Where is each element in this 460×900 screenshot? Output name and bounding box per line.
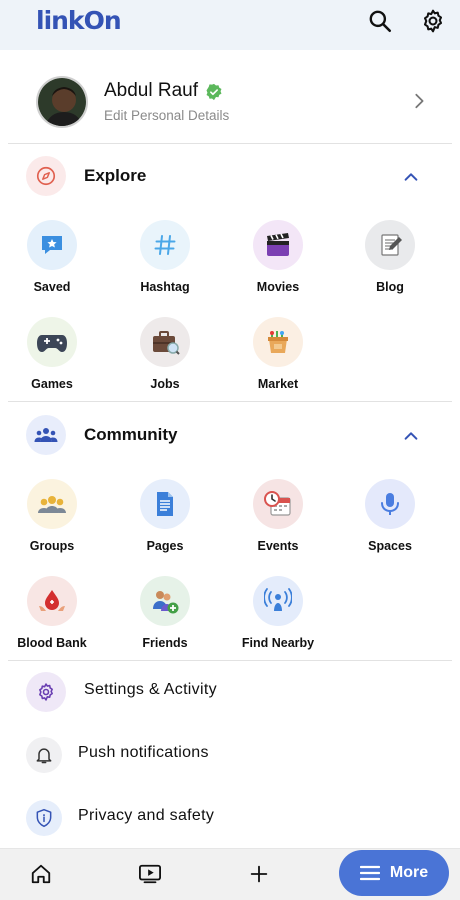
movies-icon [253, 220, 303, 270]
chevron-up-icon[interactable] [402, 427, 420, 445]
community-item-pages[interactable]: Pages [110, 479, 220, 569]
blood-bank-icon [27, 576, 77, 626]
menu-label: Privacy and safety [78, 807, 215, 824]
blog-icon [365, 220, 415, 270]
community-section-header[interactable]: Community [0, 411, 460, 461]
explore-title: Explore [84, 166, 147, 185]
menu-label: Push notifications [78, 744, 209, 761]
profile-card[interactable]: Abdul Rauf Edit Personal Details [0, 62, 460, 142]
groups-icon [27, 479, 77, 529]
shield-icon [26, 800, 62, 836]
spaces-icon [365, 479, 415, 529]
top-bar: linkOn [0, 0, 460, 50]
explore-item-games[interactable]: Games [0, 317, 107, 407]
menu-icon [359, 865, 380, 881]
community-item-blood-bank[interactable]: Blood Bank [0, 576, 107, 666]
community-item-groups[interactable]: Groups [0, 479, 107, 569]
explore-section-header[interactable]: Explore [0, 152, 460, 202]
jobs-icon [140, 317, 190, 367]
menu-label: Settings & Activity [84, 681, 217, 698]
divider [8, 401, 452, 402]
explore-item-jobs[interactable]: Jobs [110, 317, 220, 407]
edit-personal-details-link[interactable]: Edit Personal Details [104, 108, 229, 123]
menu-item-privacy-safety[interactable]: Privacy and safety [0, 792, 460, 848]
community-title: Community [84, 425, 178, 444]
divider [8, 143, 452, 144]
explore-item-blog[interactable]: Blog [335, 220, 445, 310]
video-icon[interactable] [137, 863, 163, 885]
search-icon[interactable] [367, 8, 393, 34]
community-item-events[interactable]: Events [223, 479, 333, 569]
explore-item-movies[interactable]: Movies [223, 220, 333, 310]
gear-icon[interactable] [420, 8, 446, 34]
find-nearby-icon [253, 576, 303, 626]
compass-icon [26, 156, 66, 196]
more-label: More [389, 864, 429, 881]
explore-item-saved[interactable]: Saved [0, 220, 107, 310]
chevron-up-icon[interactable] [402, 168, 420, 186]
community-item-find-nearby[interactable]: Find Nearby [223, 576, 333, 666]
saved-icon [27, 220, 77, 270]
chevron-right-icon[interactable] [410, 92, 428, 110]
home-icon[interactable] [30, 863, 52, 885]
explore-item-hashtag[interactable]: Hashtag [110, 220, 220, 310]
app-logo[interactable]: linkOn [36, 6, 122, 35]
events-icon [253, 479, 303, 529]
bell-icon [26, 737, 62, 773]
pages-icon [140, 479, 190, 529]
community-item-friends[interactable]: Friends [110, 576, 220, 666]
divider [8, 660, 452, 661]
bottom-nav: More [0, 848, 460, 900]
people-icon [26, 415, 66, 455]
more-button[interactable]: More [339, 850, 449, 896]
avatar[interactable] [36, 76, 88, 128]
plus-icon[interactable] [248, 863, 270, 885]
market-icon [253, 317, 303, 367]
explore-item-market[interactable]: Market [223, 317, 333, 407]
games-icon [27, 317, 77, 367]
hashtag-icon [140, 220, 190, 270]
menu-item-push-notifications[interactable]: Push notifications [0, 729, 460, 785]
friends-icon [140, 576, 190, 626]
settings-gear-icon [26, 672, 66, 712]
community-item-spaces[interactable]: Spaces [335, 479, 445, 569]
menu-item-settings-activity[interactable]: Settings & Activity [0, 666, 460, 722]
profile-name: Abdul Rauf [104, 80, 199, 101]
verified-badge-icon [206, 83, 222, 101]
